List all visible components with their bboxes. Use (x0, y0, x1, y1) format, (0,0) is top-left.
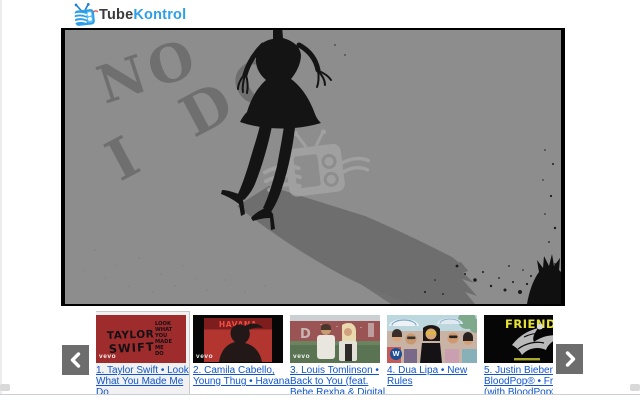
video-thumbnail[interactable]: FRIENDS (484, 315, 553, 363)
video-title-link[interactable]: 2. Camila Cabello, Young Thug • Havana (193, 365, 295, 387)
warner-badge: W (390, 348, 402, 360)
window-left-edge (0, 0, 2, 394)
thumbnail-art-friends-eagle: FRIENDS (484, 315, 553, 363)
vevo-badge: vevo (99, 352, 117, 360)
svg-text:DO: DO (155, 351, 164, 357)
page-scroll-artifact (0, 384, 10, 391)
video-thumbnail[interactable]: HAVANA vevo (193, 315, 283, 363)
video-player[interactable]: NO I DO (61, 28, 565, 306)
carousel-item-5[interactable]: FRIENDS 5. Justin Bieber, BloodPop® • Fr… (484, 311, 553, 394)
tubekontrol-tv-icon (72, 2, 98, 26)
video-title-link[interactable]: 3. Louis Tomlinson • Back to You (feat. … (290, 365, 392, 394)
video-thumbnail[interactable]: D vevo (290, 315, 380, 363)
chevron-left-icon (70, 352, 80, 368)
carousel-next-button[interactable] (556, 344, 583, 374)
video-title-link[interactable]: 4. Dua Lipa • New Rules (387, 365, 489, 387)
chevron-right-icon (565, 351, 575, 367)
video-thumbnail[interactable]: W (387, 315, 477, 363)
carousel-item-3[interactable]: D vevo 3. Louis Tomlinson • Back to You … (290, 311, 385, 394)
carousel-item-2[interactable]: HAVANA vevo 2. Camila Cabello, Young Thu… (193, 311, 290, 394)
vevo-badge: vevo (196, 352, 214, 360)
brand-logo[interactable]: TubeKontrol (72, 2, 186, 28)
carousel-item-4[interactable]: W 4. Dua Lipa • New Rules (387, 311, 477, 394)
page-scroll-artifact (630, 384, 640, 391)
carousel-prev-button[interactable] (62, 345, 89, 375)
svg-text:FRIENDS: FRIENDS (505, 317, 553, 331)
video-artwork: NO I DO (65, 30, 561, 304)
bottom-divider (0, 394, 640, 395)
brand-text: TubeKontrol (99, 7, 187, 23)
vevo-badge: vevo (293, 352, 311, 360)
video-title-link[interactable]: 1. Taylor Swift • Look What You Made Me … (96, 365, 198, 394)
video-title-link[interactable]: 5. Justin Bieber, BloodPop® • Friends (w… (484, 365, 553, 394)
carousel-strip: TAYLOR SWIFT LOOK WHAT YOU MADE ME DO ve… (96, 311, 553, 394)
svg-text:D: D (300, 327, 311, 342)
tubekontrol-popup: { "header": { "brand_prefix": "Tube", "b… (0, 0, 640, 400)
carousel-item-1[interactable]: TAYLOR SWIFT LOOK WHAT YOU MADE ME DO ve… (96, 311, 190, 394)
video-thumbnail[interactable]: TAYLOR SWIFT LOOK WHAT YOU MADE ME DO ve… (96, 315, 186, 363)
